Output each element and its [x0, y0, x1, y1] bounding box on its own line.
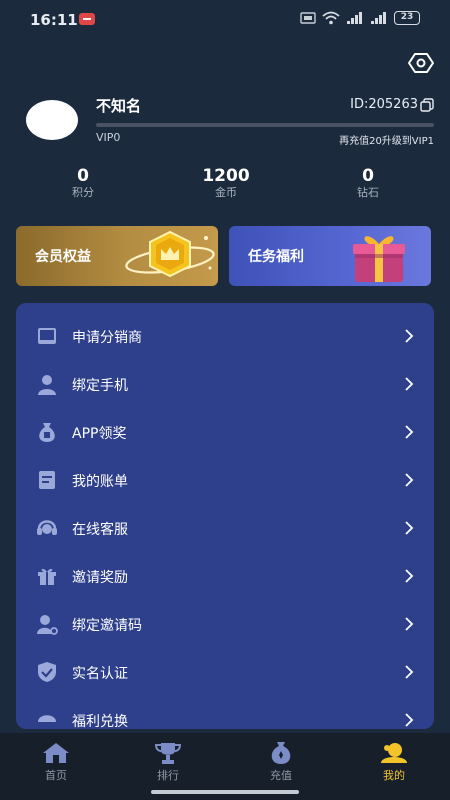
tablet-icon: [38, 328, 56, 344]
status-bar: 16:11 23: [0, 0, 450, 40]
vip-progress-bar: [96, 123, 434, 127]
task-rewards-card[interactable]: 任务福利: [229, 226, 431, 286]
menu-item-real-name-verify[interactable]: 实名认证: [16, 648, 434, 696]
menu-panel: 申请分销商 绑定手机 APP领奖 我的账单 在线客服 邀请奖励 绑定邀请码 实名…: [16, 303, 434, 729]
stat-points-label: 积分: [72, 186, 94, 199]
copy-icon[interactable]: [420, 98, 434, 112]
recharge-bag-icon: [271, 742, 291, 764]
chevron-right-icon: [405, 473, 414, 487]
headset-icon: [37, 520, 57, 535]
stat-diamonds-value: 0: [362, 166, 374, 186]
stat-diamonds[interactable]: 0 钻石: [308, 166, 428, 200]
nav-home[interactable]: 首页: [16, 741, 96, 789]
nav-profile-label: 我的: [383, 769, 405, 782]
chevron-right-icon: [405, 377, 414, 391]
chevron-right-icon: [405, 521, 414, 535]
profile-icon: [381, 743, 407, 763]
notification-app-icon: [79, 13, 95, 25]
chevron-right-icon: [405, 665, 414, 679]
menu-item-label: 我的账单: [72, 474, 128, 490]
menu-item-label: 邀请奖励: [72, 570, 128, 586]
username: 不知名: [96, 97, 142, 115]
chevron-right-icon: [405, 425, 414, 439]
person-icon: [38, 375, 56, 395]
hd-icon: [300, 12, 316, 24]
crown-badge-icon: [125, 230, 215, 278]
trophy-icon: [154, 743, 182, 764]
task-rewards-title: 任务福利: [248, 249, 304, 265]
vip-level: VIP0: [96, 131, 121, 144]
vip-benefits-card[interactable]: 会员权益: [16, 226, 218, 286]
menu-item-bind-phone[interactable]: 绑定手机: [16, 360, 434, 408]
battery-icon: 23: [394, 11, 420, 25]
nav-profile[interactable]: 我的: [354, 741, 434, 789]
menu-item-label: 福利兑换: [72, 714, 128, 729]
gift-icon: [38, 568, 56, 585]
nav-home-label: 首页: [45, 769, 67, 782]
menu-item-invite-reward[interactable]: 邀请奖励: [16, 552, 434, 600]
home-indicator: [151, 790, 299, 794]
vip-upgrade-hint: 再充值20升级到VIP1: [339, 136, 434, 147]
bill-icon: [39, 471, 55, 489]
menu-item-app-reward[interactable]: APP领奖: [16, 408, 434, 456]
exchange-icon: [38, 715, 56, 722]
wifi-icon: [322, 11, 340, 25]
stat-points-value: 0: [77, 166, 89, 186]
menu-item-my-bills[interactable]: 我的账单: [16, 456, 434, 504]
user-id: ID:205263: [350, 97, 418, 112]
nav-recharge-label: 充值: [270, 769, 292, 782]
user-link-icon: [37, 615, 58, 635]
stat-coins-label: 金币: [215, 186, 237, 199]
stat-coins-value: 1200: [202, 166, 250, 186]
signal-icon-2: [371, 12, 386, 24]
stat-diamonds-label: 钻石: [357, 186, 379, 199]
chevron-right-icon: [405, 329, 414, 343]
vip-benefits-title: 会员权益: [35, 249, 91, 265]
stat-points[interactable]: 0 积分: [23, 166, 143, 200]
chevron-right-icon: [405, 713, 414, 727]
chevron-right-icon: [405, 569, 414, 583]
money-bag-icon: [39, 423, 55, 442]
status-indicators: 23: [300, 11, 420, 25]
nav-recharge[interactable]: 充值: [241, 741, 321, 789]
gift-box-icon: [353, 236, 405, 282]
signal-icon-1: [347, 12, 362, 24]
status-time: 16:11: [30, 11, 78, 29]
menu-item-label: 实名认证: [72, 666, 128, 682]
home-icon: [43, 743, 69, 763]
menu-item-apply-distributor[interactable]: 申请分销商: [16, 312, 434, 360]
nav-ranking-label: 排行: [157, 769, 179, 782]
menu-item-label: 绑定手机: [72, 378, 128, 394]
menu-item-welfare-exchange[interactable]: 福利兑换: [16, 696, 434, 729]
chevron-right-icon: [405, 617, 414, 631]
menu-item-label: 绑定邀请码: [72, 618, 142, 634]
menu-item-label: 在线客服: [72, 522, 128, 538]
shield-check-icon: [38, 662, 56, 682]
settings-hex-icon[interactable]: [408, 51, 434, 75]
avatar[interactable]: [26, 100, 78, 140]
menu-item-label: 申请分销商: [72, 330, 142, 346]
nav-ranking[interactable]: 排行: [128, 741, 208, 789]
stat-coins[interactable]: 1200 金币: [166, 166, 286, 200]
menu-item-label: APP领奖: [72, 426, 127, 442]
menu-item-bind-invite-code[interactable]: 绑定邀请码: [16, 600, 434, 648]
menu-item-online-support[interactable]: 在线客服: [16, 504, 434, 552]
